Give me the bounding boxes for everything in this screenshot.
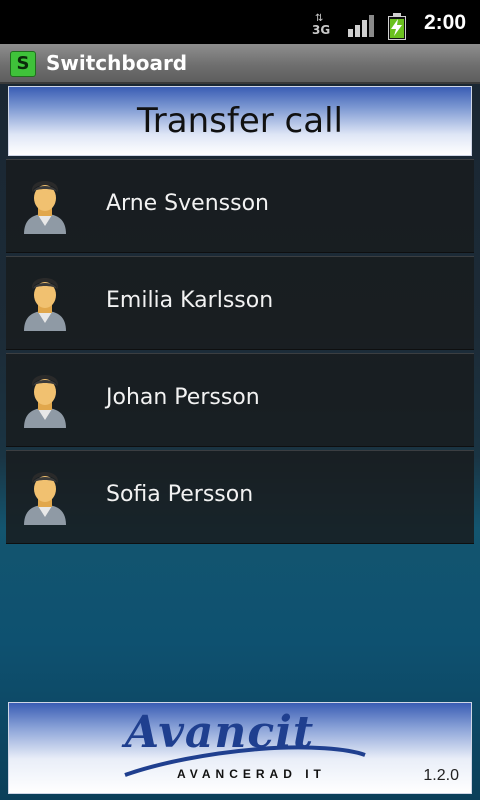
network-label: 3G [312,23,331,37]
footer-logo-banner: Avancit AVANCERAD IT 1.2.0 [8,702,472,794]
app-icon: S [10,51,36,77]
header-banner: Transfer call [8,86,472,156]
company-tagline: AVANCERAD IT [177,767,326,781]
clock: 2:00 [423,11,466,34]
contact-avatar-icon [24,375,66,428]
contact-name: Sofia Persson [106,482,254,507]
app-version: 1.2.0 [423,767,459,784]
app-title-bar: S Switchboard [0,44,480,84]
status-bar: ⇅ 3G 2:00 [0,0,480,50]
battery-charging-icon [388,13,406,40]
contact-list: Arne Svensson Emilia Karlsson Johan Pers… [6,159,474,547]
contact-avatar-icon [24,181,66,234]
contact-name: Arne Svensson [106,191,269,216]
company-logo: Avancit [125,707,315,758]
contact-row[interactable]: Emilia Karlsson [6,256,474,350]
contact-avatar-icon [24,472,66,525]
contact-row[interactable]: Sofia Persson [6,450,474,544]
contact-name: Johan Persson [106,385,260,410]
page-title: Transfer call [137,101,343,141]
signal-strength-icon [348,15,374,37]
contact-name: Emilia Karlsson [106,288,274,313]
network-3g-icon: ⇅ 3G [312,13,331,37]
contact-row[interactable]: Johan Persson [6,353,474,447]
contact-avatar-icon [24,278,66,331]
app-title: Switchboard [46,51,188,75]
contact-row[interactable]: Arne Svensson [6,159,474,253]
